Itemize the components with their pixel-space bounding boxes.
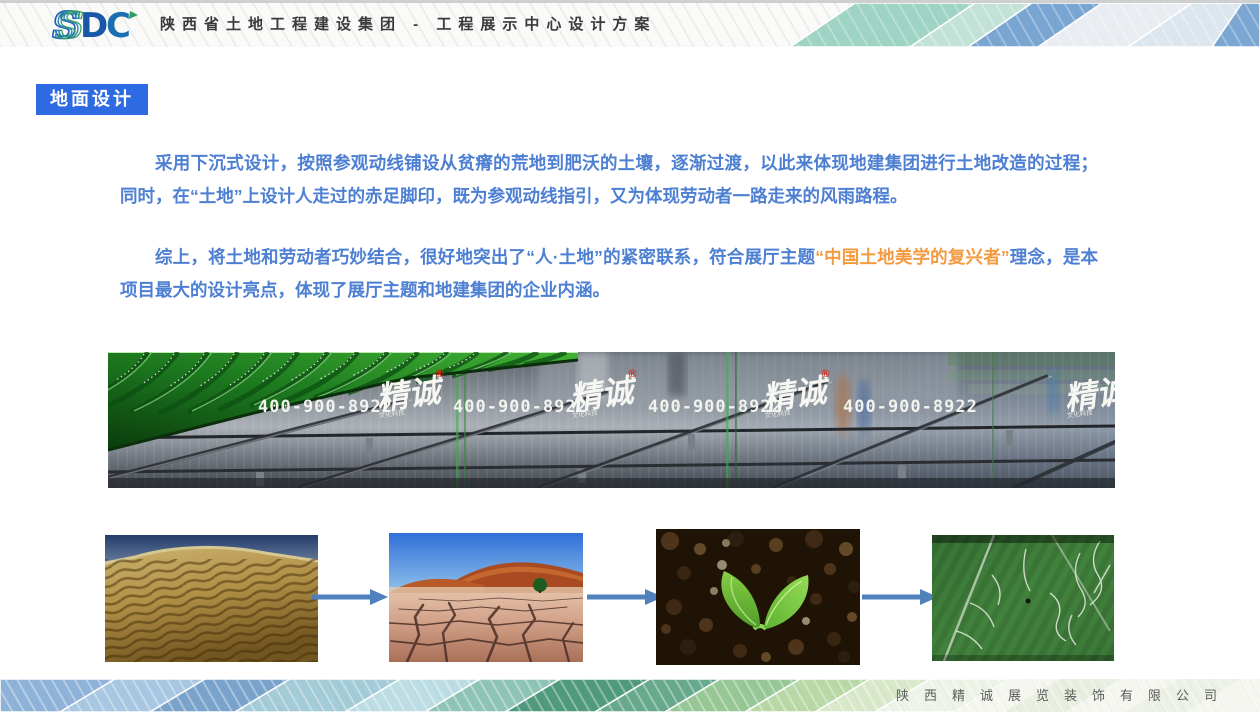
process-image-cracked-earth bbox=[389, 533, 583, 662]
svg-text:C: C bbox=[106, 6, 131, 45]
header-bar: S S S D C 陕西省土地工程建设集团 - 工程展示中心设计方案 bbox=[0, 3, 1260, 47]
watermark-registered-mark: ® bbox=[821, 368, 831, 381]
paragraph-2: 综上，将土地和劳动者巧妙结合，很好地突出了“人·土地”的紧密联系，符合展厅主题“… bbox=[120, 241, 1098, 307]
paragraph-2-lead: 综上，将土地和劳动者巧妙结合，很好地突出了“人·土地”的紧密联系，符合展厅主题 bbox=[155, 247, 815, 267]
watermark-phone: 400-900-8922 bbox=[843, 397, 978, 417]
footer-bar: 陕西精诚展览装饰有限公司 bbox=[0, 679, 1260, 712]
header-stripes-overlay bbox=[770, 3, 1260, 47]
body-text-block: 采用下沉式设计，按照参观动线铺设从贫瘠的荒地到肥沃的土壤，逐渐过渡，以此来体现地… bbox=[120, 147, 1098, 307]
watermark-registered-mark: ® bbox=[435, 368, 445, 381]
watermark-phone: 400-900-8922 bbox=[453, 397, 588, 417]
section-badge-ground-design: 地面设计 bbox=[36, 84, 148, 115]
arrow-right-icon bbox=[312, 589, 388, 605]
arrow-right-icon bbox=[587, 589, 663, 605]
paragraph-1: 采用下沉式设计，按照参观动线铺设从贫瘠的荒地到肥沃的土壤，逐渐过渡，以此来体现地… bbox=[120, 147, 1098, 213]
svg-text:D: D bbox=[80, 6, 108, 45]
watermark-phone: 400-900-8922 bbox=[258, 397, 393, 417]
slide-page: S S S D C 陕西省土地工程建设集团 - 工程展示中心设计方案 地面设计 … bbox=[0, 0, 1260, 712]
footer-company-name: 陕西精诚展览装饰有限公司 bbox=[896, 679, 1232, 712]
process-image-green-farmland bbox=[932, 535, 1114, 661]
process-image-sand-dunes bbox=[105, 535, 318, 662]
floor-design-render-image: 400-900-8922 400-900-8922 400-900-8922 4… bbox=[108, 352, 1115, 488]
process-image-seedling bbox=[656, 529, 860, 665]
page-title: 陕西省土地工程建设集团 - 工程展示中心设计方案 bbox=[160, 3, 656, 47]
sdc-logo-icon: S S S D C bbox=[52, 5, 152, 45]
watermark-registered-mark: ® bbox=[628, 368, 638, 381]
paragraph-2-highlight: “中国土地美学的复兴者” bbox=[815, 247, 1009, 267]
arrow-right-icon bbox=[862, 589, 938, 605]
